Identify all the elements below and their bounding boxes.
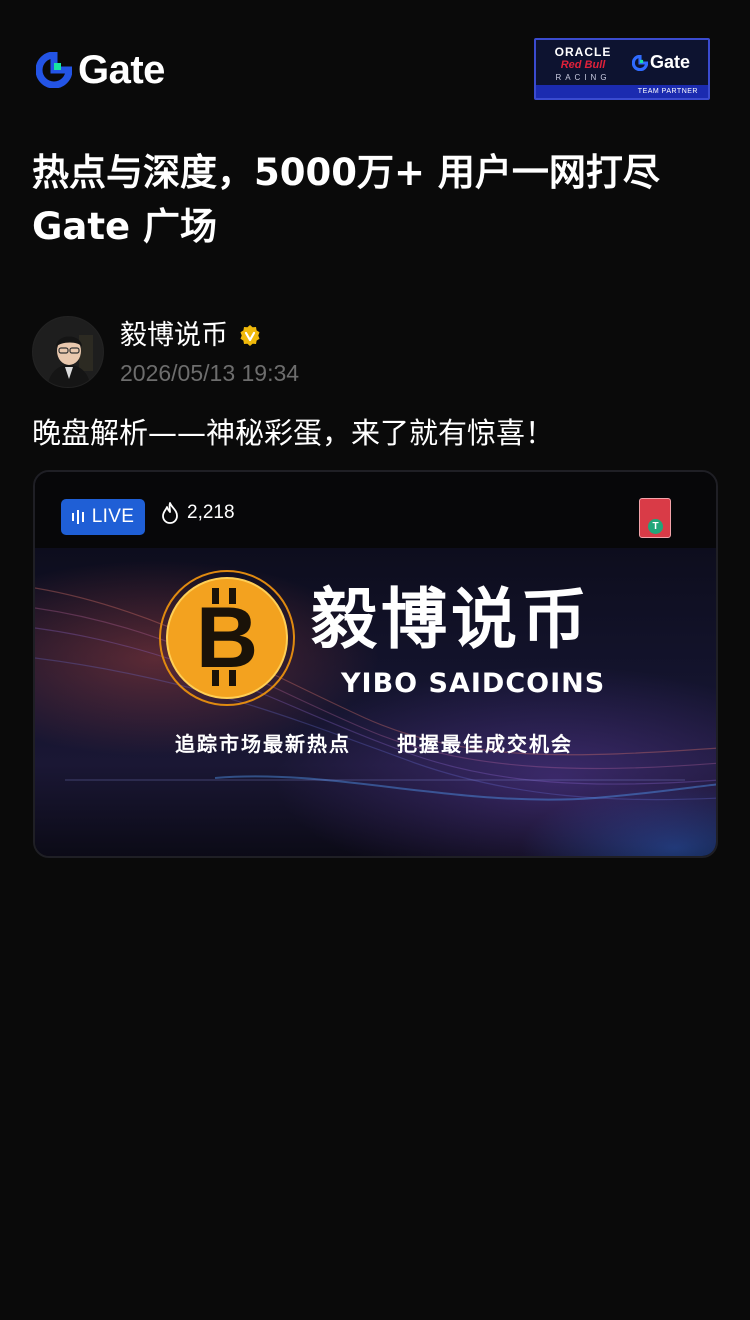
tether-coin-icon: T [648, 519, 663, 534]
author-name-row: 毅博说币 [120, 318, 262, 354]
author-name[interactable]: 毅博说币 [120, 318, 228, 354]
live-badge: LIVE [61, 499, 145, 535]
partner-gate-logo: Gate [632, 52, 690, 73]
top-header: Gate ORACLE Red Bull RACING Gate TEAM PA… [0, 0, 750, 120]
live-bars-icon [71, 510, 84, 524]
partner-gate-text: Gate [650, 52, 691, 72]
gate-logo-icon [36, 52, 72, 88]
flame-icon [162, 502, 178, 524]
viewers-count: 2,218 [187, 502, 235, 523]
live-card-topbar: LIVE 2,218 T [35, 472, 716, 548]
oracle-redbull-logo: ORACLE Red Bull RACING [542, 46, 624, 84]
partner-gate-icon [632, 54, 648, 71]
viewer-count: 2,218 [161, 502, 235, 524]
post-text[interactable]: 晚盘解析——神秘彩蛋，来了就有惊喜！ [32, 412, 722, 454]
racing-text: RACING [555, 73, 611, 82]
team-partner-label: TEAM PARTNER [536, 85, 708, 98]
live-label: LIVE [91, 506, 135, 527]
banner-tagline-left: 追踪市场最新热点 [175, 732, 351, 756]
avatar[interactable] [32, 316, 104, 388]
svg-text:B: B [196, 590, 258, 686]
verified-badge-icon [240, 325, 260, 346]
red-packet-icon[interactable]: T [639, 498, 671, 538]
live-banner[interactable]: B 毅博说币 YIBO SAIDCOINS 追踪市场最新热点 把握最佳成交机会 [35, 548, 716, 856]
team-partner-badge: ORACLE Red Bull RACING Gate TEAM PARTNER [534, 38, 710, 100]
banner-tagline-right: 把握最佳成交机会 [397, 732, 573, 756]
gate-logo[interactable]: Gate [36, 50, 165, 90]
live-stream-card[interactable]: LIVE 2,218 T B 毅博说币 YIBO SAIDCOINS 追踪市场最… [33, 470, 718, 858]
oracle-text: ORACLE [554, 45, 612, 59]
banner-subtitle: YIBO SAIDCOINS [341, 668, 606, 699]
post-timestamp: 2026/05/13 19:34 [120, 360, 300, 386]
page-headline: 热点与深度，5000万+ 用户一网打尽 Gate 广场 [32, 146, 722, 254]
post-author[interactable]: 毅博说币 2026/05/13 19:34 [32, 316, 632, 390]
banner-title: 毅博说币 [311, 581, 591, 658]
headline-line-2: Gate 广场 [32, 205, 217, 248]
brand-name: Gate [78, 48, 165, 92]
headline-line-1: 热点与深度，5000万+ 用户一网打尽 [32, 151, 660, 194]
avatar-image [33, 317, 103, 387]
bitcoin-icon: B [159, 570, 295, 706]
redbull-text: Red Bull [560, 59, 606, 71]
